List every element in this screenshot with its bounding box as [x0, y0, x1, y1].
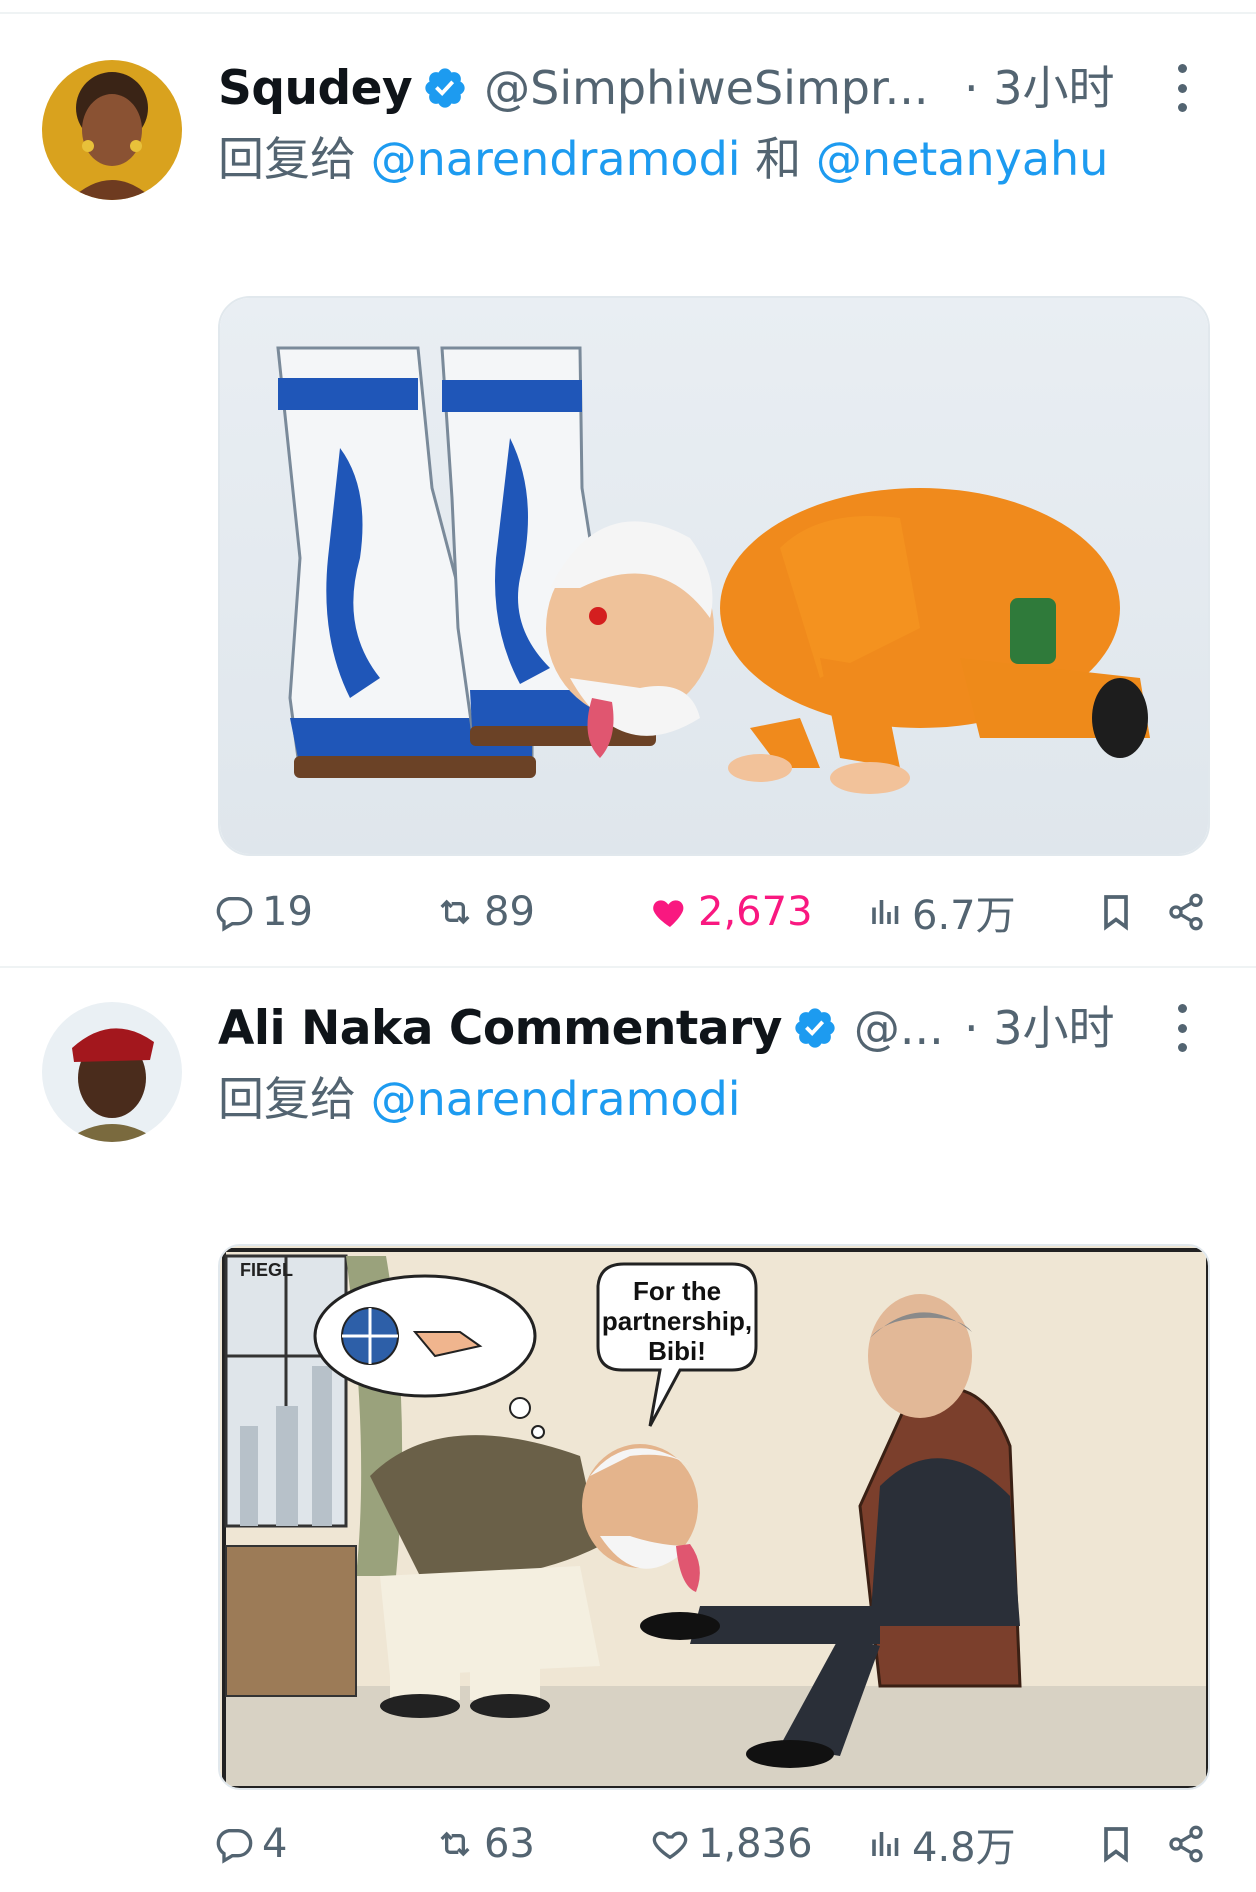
more-options-icon[interactable] — [1172, 58, 1192, 118]
author-name[interactable]: Squdey — [218, 61, 413, 116]
views-icon — [872, 900, 899, 924]
mention-link[interactable]: @narendramodi — [371, 1072, 741, 1126]
verified-badge-icon — [425, 68, 465, 108]
reply-prefix: 回复给 — [218, 1072, 356, 1126]
speech-line: partnership, — [602, 1306, 752, 1336]
author-name[interactable]: Ali Naka Commentary — [218, 1001, 782, 1056]
cartoon-boots-illustration — [220, 298, 1208, 854]
tweet-header: Squdey @SimphiweSimpr... — [218, 56, 929, 120]
like-icon — [652, 1831, 688, 1860]
share-icon — [1169, 1825, 1203, 1863]
share-button[interactable] — [1166, 882, 1206, 942]
cartoon-office-illustration: For the partnership, Bibi! FIEGL — [220, 1246, 1208, 1788]
bookmark-icon — [1104, 895, 1128, 931]
mention-link[interactable]: @netanyahu — [816, 132, 1109, 186]
mention-link[interactable]: @narendramodi — [371, 132, 741, 186]
author-handle[interactable]: @SimphiweSimpr... — [484, 61, 928, 115]
share-button[interactable] — [1166, 1814, 1206, 1874]
timestamp[interactable]: · 3小时 — [964, 56, 1115, 120]
verified-badge-icon — [795, 1008, 835, 1048]
more-options-icon[interactable] — [1172, 998, 1192, 1058]
reply-context: 回复给 @narendramodi 和 @netanyahu — [218, 128, 1108, 190]
tweet-media-image[interactable]: For the partnership, Bibi! FIEGL — [218, 1244, 1210, 1790]
reply-count: 4 — [262, 1821, 288, 1867]
mention-join: 和 — [755, 132, 802, 186]
reply-icon — [216, 897, 253, 932]
tweet-actions: 4 63 1,836 4.8万 — [214, 1814, 1214, 1874]
views-button[interactable]: 4.8万 — [868, 1814, 1016, 1874]
retweet-count: 63 — [484, 1821, 535, 1867]
tweet-2[interactable]: Ali Naka Commentary @... · 3小时 回复给 @nare… — [0, 968, 1256, 1892]
artist-signature: FIEGL — [240, 1260, 293, 1280]
retweet-button[interactable]: 63 — [434, 1814, 535, 1874]
bookmark-button[interactable] — [1096, 882, 1136, 942]
retweet-icon — [440, 899, 470, 925]
avatar[interactable] — [42, 1002, 182, 1142]
tweet-header: Ali Naka Commentary @... — [218, 996, 944, 1060]
views-count: 6.7万 — [912, 893, 1016, 939]
retweet-count: 89 — [484, 889, 535, 935]
tweet-media-image[interactable] — [218, 296, 1210, 856]
avatar[interactable] — [42, 60, 182, 200]
views-count: 4.8万 — [912, 1825, 1016, 1871]
reply-context: 回复给 @narendramodi — [218, 1068, 741, 1130]
speech-line: For the — [633, 1276, 721, 1306]
reply-button[interactable]: 4 — [214, 1814, 287, 1874]
reply-button[interactable]: 19 — [214, 882, 313, 942]
like-count: 1,836 — [698, 1821, 813, 1867]
author-handle[interactable]: @... — [854, 1001, 944, 1055]
share-icon — [1169, 893, 1203, 931]
like-button[interactable]: 2,673 — [650, 882, 813, 942]
reply-count: 19 — [262, 889, 313, 935]
reply-prefix: 回复给 — [218, 132, 356, 186]
like-button[interactable]: 1,836 — [650, 1814, 813, 1874]
tweet-actions: 19 89 2,673 6.7万 — [214, 882, 1214, 942]
speech-line: Bibi! — [648, 1336, 706, 1366]
like-count: 2,673 — [698, 889, 813, 935]
timestamp[interactable]: · 3小时 — [964, 996, 1115, 1060]
like-icon — [653, 900, 684, 927]
tweet-1[interactable]: Squdey @SimphiweSimpr... · 3小时 回复给 @nare… — [0, 0, 1256, 965]
retweet-button[interactable]: 89 — [434, 882, 535, 942]
bookmark-icon — [1104, 1827, 1128, 1863]
views-button[interactable]: 6.7万 — [868, 882, 1016, 942]
bookmark-button[interactable] — [1096, 1814, 1136, 1874]
views-icon — [872, 1832, 899, 1856]
reply-icon — [216, 1829, 253, 1864]
retweet-icon — [440, 1831, 470, 1857]
